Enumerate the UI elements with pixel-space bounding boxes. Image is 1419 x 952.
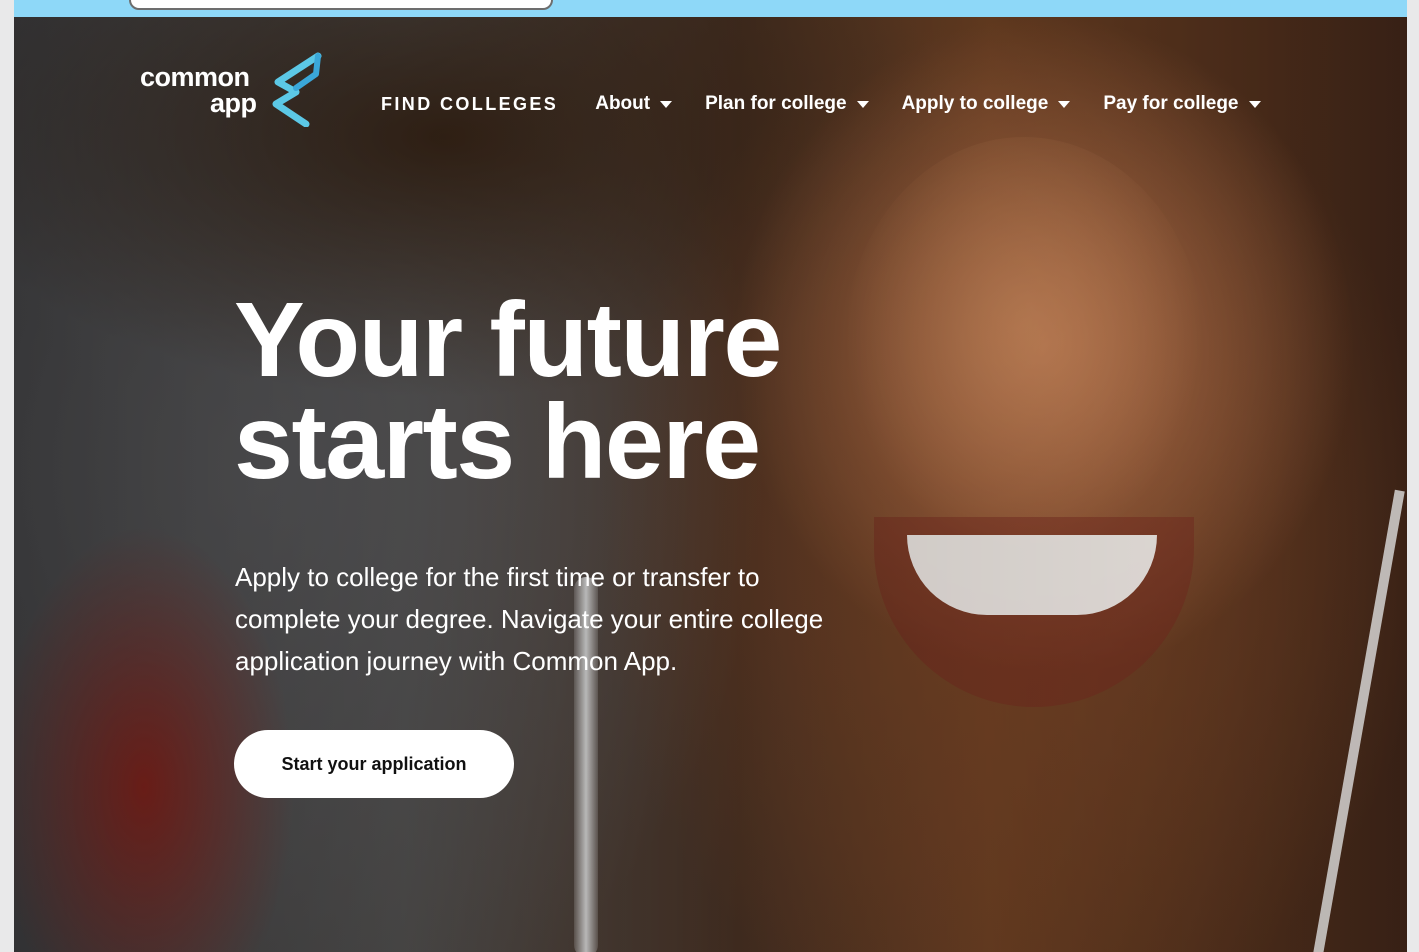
- nav-about[interactable]: About: [595, 93, 673, 115]
- nav-pay-for-college[interactable]: Pay for college: [1103, 93, 1261, 115]
- nav-plan-for-college[interactable]: Plan for college: [705, 93, 869, 115]
- hero-headline-line2: starts here: [234, 383, 761, 501]
- nav-find-colleges[interactable]: FIND COLLEGES: [381, 94, 558, 115]
- main-navigation: FIND COLLEGES About Plan for college App…: [381, 87, 1294, 121]
- hero-headline: Your future starts here: [234, 287, 782, 495]
- hero-subcopy-line2: complete your degree. Navigate your enti…: [235, 604, 824, 634]
- caret-down-icon: [856, 100, 869, 108]
- hero-subcopy-line1: Apply to college for the first time or t…: [235, 562, 760, 592]
- nav-pay-label: Pay for college: [1103, 93, 1239, 114]
- browser-top-strip: [14, 0, 1407, 17]
- nav-plan-label: Plan for college: [705, 93, 847, 114]
- logo-word-app: app: [210, 88, 257, 118]
- hero-section: common app FIND COLLEGES About Plan for …: [14, 17, 1407, 952]
- hero-subcopy-line3: application journey with Common App.: [235, 646, 678, 676]
- hero-subcopy: Apply to college for the first time or t…: [235, 556, 955, 682]
- caret-down-icon: [1248, 100, 1261, 108]
- nav-apply-label: Apply to college: [901, 93, 1049, 114]
- caret-down-icon: [1058, 100, 1071, 108]
- hero-headline-line1: Your future: [234, 281, 782, 399]
- nav-about-label: About: [595, 93, 651, 114]
- common-app-ribbon-icon: [272, 52, 322, 127]
- nav-apply-to-college[interactable]: Apply to college: [902, 93, 1071, 115]
- common-app-logo[interactable]: common app: [140, 52, 330, 132]
- start-application-button[interactable]: Start your application: [234, 730, 514, 798]
- address-bar-edge[interactable]: [129, 0, 553, 10]
- caret-down-icon: [660, 100, 673, 108]
